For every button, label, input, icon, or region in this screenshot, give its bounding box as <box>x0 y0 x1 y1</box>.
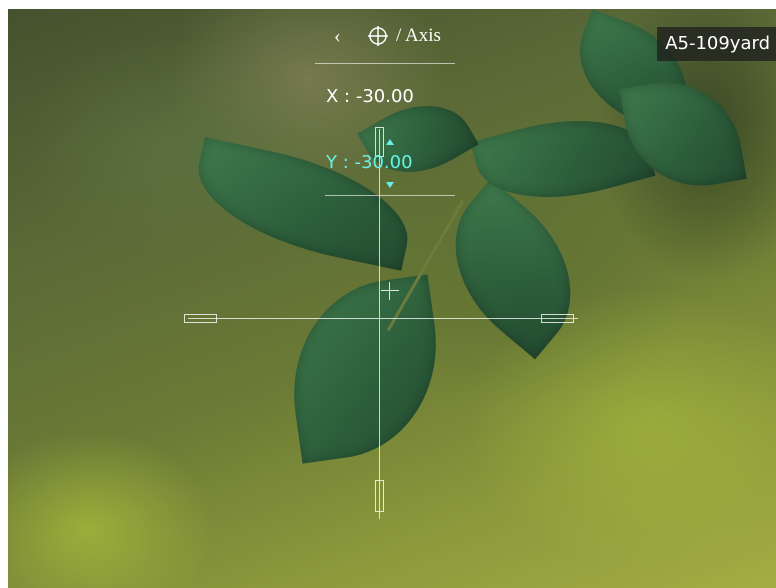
chevron-left-icon[interactable]: ‹ <box>334 26 341 46</box>
impact-point-marker <box>381 282 399 300</box>
crosshair-vertical <box>379 129 380 519</box>
reticle-left-bracket <box>184 314 217 323</box>
arrow-up-icon[interactable] <box>386 139 394 145</box>
coordinate-divider <box>325 195 455 196</box>
arrow-down-icon[interactable] <box>386 182 394 188</box>
reticle-right-bracket <box>541 314 574 323</box>
page-title: / Axis <box>396 25 441 46</box>
leaf-image <box>420 178 606 360</box>
axis-nav-bar: ‹ / Axis <box>320 20 470 54</box>
crosshair-horizontal <box>188 318 578 319</box>
x-axis-value[interactable]: X : -30.00 <box>326 86 414 107</box>
profile-badge: A5-109yard <box>657 27 776 61</box>
crosshair-target-icon <box>368 26 388 46</box>
leaf-image <box>278 274 452 464</box>
nav-divider <box>315 63 455 64</box>
reticle-bottom-bracket <box>375 480 384 512</box>
y-axis-value[interactable]: Y : -30.00 <box>326 152 413 173</box>
